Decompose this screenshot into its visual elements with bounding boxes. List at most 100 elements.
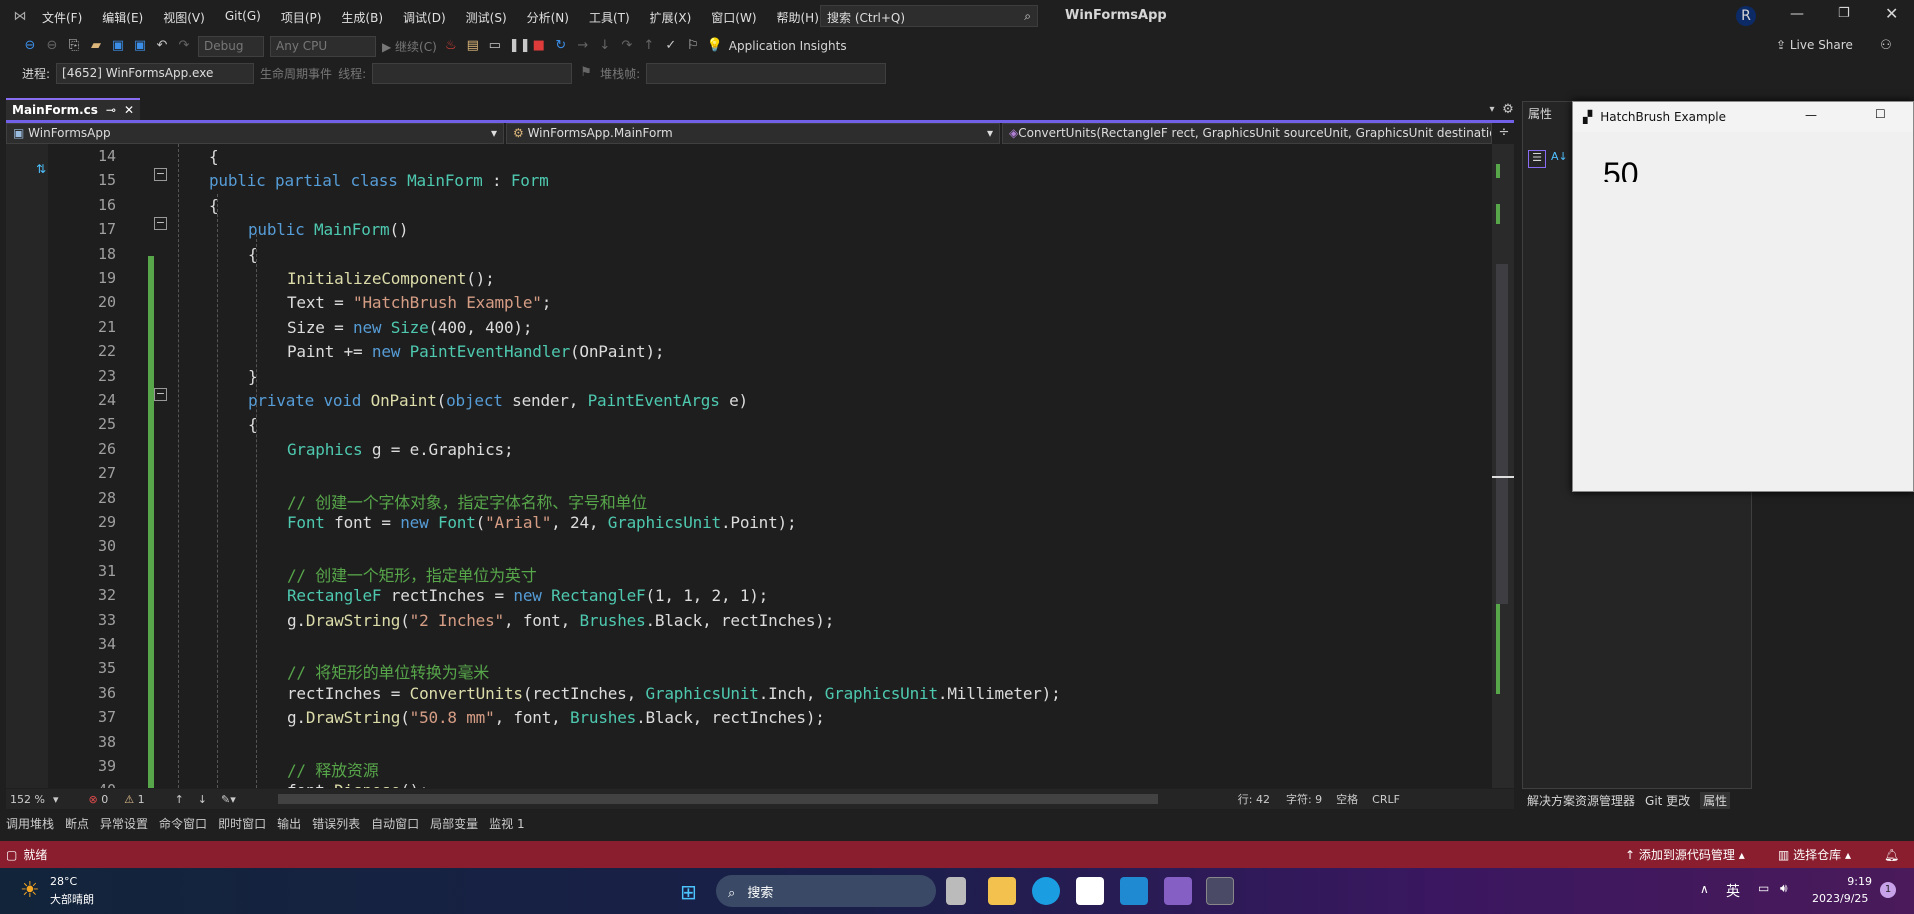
live-share-button[interactable]: ⇪ Live Share (1776, 38, 1853, 52)
stack-frame-dropdown[interactable] (646, 62, 887, 84)
code-line[interactable]: Paint += new PaintEventHandler(OnPaint); (287, 342, 665, 361)
bookmark-icon[interactable]: ⚐ (685, 38, 701, 54)
forward-icon[interactable]: ⊖ (44, 38, 60, 54)
save-icon[interactable]: ▣ (110, 38, 126, 54)
menu-item[interactable]: 测试(S) (466, 9, 507, 26)
stop-icon[interactable]: ■ (531, 38, 547, 54)
cleanup-icon[interactable]: ✎▾ (221, 793, 236, 806)
visual-studio-icon[interactable] (1164, 877, 1192, 905)
code-line[interactable]: { (209, 147, 219, 166)
feedback-icon[interactable]: ⚇ (1878, 38, 1894, 54)
tool-tab[interactable]: 监视 1 (489, 815, 524, 832)
step-into-icon[interactable]: ↓ (597, 38, 613, 54)
project-dropdown[interactable]: ▣ WinFormsApp ▾ (6, 123, 504, 144)
file-explorer-icon[interactable] (988, 877, 1016, 905)
down-arrow-icon[interactable]: ↓ (198, 793, 207, 806)
tab-mainform-cs[interactable]: MainForm.cs ⊸ ✕ (6, 98, 141, 120)
code-line[interactable]: RectangleF rectInches = new RectangleF(1… (287, 586, 768, 605)
collapse-icon[interactable]: − (154, 217, 167, 230)
app-window-titlebar[interactable]: ▞ HatchBrush Example — ☐ (1573, 102, 1913, 132)
scrollbar-thumb[interactable] (1496, 264, 1508, 604)
flag-icon[interactable]: ⚑ (578, 65, 594, 81)
menu-item[interactable]: Git(G) (225, 9, 261, 26)
code-line[interactable]: { (248, 415, 258, 434)
code-line[interactable]: { (209, 196, 219, 215)
spaces-indicator[interactable]: 空格 (1336, 791, 1358, 807)
menu-item[interactable]: 窗口(W) (711, 9, 756, 26)
open-folder-icon[interactable]: ▰ (88, 38, 104, 54)
tab-list-dropdown-icon[interactable]: ▾ (1484, 102, 1500, 118)
class-dropdown[interactable]: ⚙ WinFormsApp.MainForm ▾ (506, 123, 1000, 144)
tool-tab[interactable]: 命令窗口 (159, 815, 207, 832)
app-minimize-button[interactable]: — (1805, 108, 1817, 122)
weather-text[interactable]: 大部晴朗 (50, 891, 94, 907)
avatar[interactable]: R (1736, 6, 1756, 26)
app-window[interactable]: ▞ HatchBrush Example — ☐ 50 (1572, 101, 1914, 492)
back-icon[interactable]: ⊖ (22, 38, 38, 54)
menu-item[interactable]: 生成(B) (341, 9, 383, 26)
code-line[interactable]: Graphics g = e.Graphics; (287, 440, 514, 459)
tool-tab[interactable]: 断点 (65, 815, 89, 832)
menu-item[interactable]: 分析(N) (527, 9, 569, 26)
code-line[interactable]: rectInches = ConvertUnits(rectInches, Gr… (287, 684, 1061, 703)
categorized-icon[interactable]: ☰ (1528, 150, 1546, 168)
collapse-icon[interactable]: − (154, 388, 167, 401)
network-icon[interactable]: ▭ (1758, 881, 1769, 895)
member-dropdown[interactable]: ◈ConvertUnits(RectangleF rect, GraphicsU… (1002, 123, 1492, 144)
new-item-icon[interactable]: ⎘ (66, 38, 82, 54)
zoom-level[interactable]: 152 % (10, 793, 45, 806)
undo-icon[interactable]: ↶ (154, 38, 170, 54)
notification-bell-icon[interactable]: 🔔︎ (1884, 848, 1899, 862)
winforms-app-icon[interactable] (1206, 877, 1234, 905)
code-line[interactable]: Font font = new Font("Arial", 24, Graphi… (287, 513, 797, 532)
thread-dropdown[interactable] (372, 62, 573, 84)
hot-reload-icon[interactable]: ♨ (443, 38, 459, 54)
code-line[interactable]: InitializeComponent(); (287, 269, 495, 288)
eol-indicator[interactable]: CRLF (1372, 793, 1400, 806)
code-line[interactable]: Size = new Size(400, 400); (287, 318, 532, 337)
step-icon[interactable]: → (575, 38, 591, 54)
alphabetical-icon[interactable]: A↓ (1551, 150, 1568, 163)
notification-badge[interactable]: 1 (1880, 882, 1896, 898)
tool-tab[interactable]: 异常设置 (100, 815, 148, 832)
tool-tab[interactable]: 输出 (277, 815, 301, 832)
save-all-icon[interactable]: ▣ (132, 38, 148, 54)
code-line[interactable]: // 创建一个矩形，指定单位为英寸 (287, 562, 537, 586)
add-source-control-button[interactable]: ↑ 添加到源代码管理 ▴ (1625, 846, 1745, 863)
layout-icon[interactable]: ▭ (487, 38, 503, 54)
show-hidden-icons[interactable]: ∧ (1700, 882, 1709, 896)
code-line[interactable]: private void OnPaint(object sender, Pain… (248, 391, 748, 410)
restore-button[interactable]: ❐ (1838, 6, 1850, 21)
app-maximize-button[interactable]: ☐ (1875, 107, 1886, 121)
line-indicator[interactable]: 行: 42 (1238, 791, 1270, 807)
tool-tab[interactable]: 自动窗口 (371, 815, 419, 832)
tool-tab[interactable]: 局部变量 (430, 815, 478, 832)
pin-icon[interactable]: ⊸ (106, 103, 116, 117)
redo-icon[interactable]: ↷ (176, 38, 192, 54)
tool-tab[interactable]: 即时窗口 (218, 815, 266, 832)
code-line[interactable]: // 释放资源 (287, 757, 379, 781)
task-view-icon[interactable] (946, 877, 966, 905)
code-line[interactable]: // 将矩形的单位转换为毫米 (287, 659, 489, 683)
select-repo-button[interactable]: ▥ 选择仓库 ▴ (1778, 846, 1851, 863)
vscode-icon[interactable] (1120, 877, 1148, 905)
application-insights-button[interactable]: Application Insights (729, 39, 847, 53)
ime-indicator[interactable]: 英 (1726, 881, 1740, 901)
warning-count[interactable]: 1 (138, 793, 145, 806)
panel-tab[interactable]: 属性 (1700, 792, 1731, 809)
settings-gear-icon[interactable]: ⚙ (1500, 102, 1516, 118)
code-line[interactable]: public partial class MainForm : Form (209, 171, 549, 190)
code-line[interactable]: g.DrawString("2 Inches", font, Brushes.B… (287, 611, 834, 630)
configuration-dropdown[interactable]: Debug (198, 35, 264, 57)
step-over-icon[interactable]: ↷ (619, 38, 635, 54)
search-input[interactable]: 搜索 (Ctrl+Q) ⌕ (820, 5, 1038, 27)
implementation-icon[interactable]: ⇅ (36, 162, 46, 176)
menu-item[interactable]: 文件(F) (42, 9, 82, 26)
panel-tab[interactable]: Git 更改 (1645, 792, 1690, 809)
open-icon[interactable]: ▤ (465, 38, 481, 54)
code-line[interactable]: g.DrawString("50.8 mm", font, Brushes.Bl… (287, 708, 825, 727)
menu-item[interactable]: 调试(D) (403, 9, 446, 26)
minimize-button[interactable]: — (1790, 6, 1804, 22)
up-arrow-icon[interactable]: ↑ (175, 793, 184, 806)
menu-item[interactable]: 项目(P) (281, 9, 322, 26)
